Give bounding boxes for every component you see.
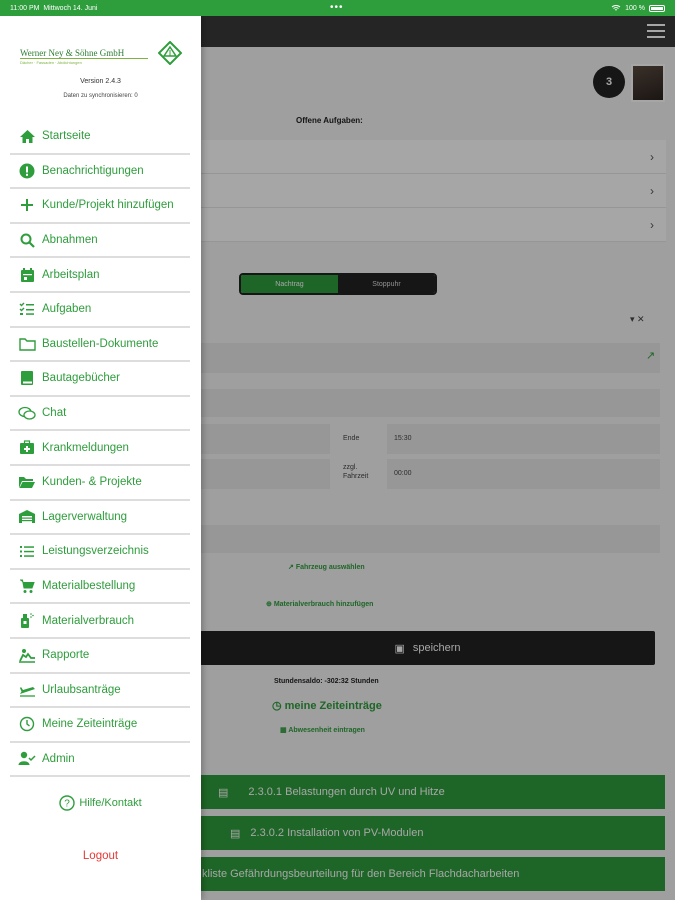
menu-item-label: Urlaubsanträge [42, 683, 121, 696]
menu-item-label: Baustellen-Dokumente [42, 337, 159, 350]
list-icon [16, 542, 38, 560]
rapport-icon [16, 646, 38, 664]
menu-item-materialverbrauch[interactable]: Materialverbrauch [10, 604, 190, 639]
multitask-dots[interactable]: ••• [330, 2, 344, 13]
menu-item-label: Startseite [42, 130, 91, 143]
medical-kit-icon [16, 439, 38, 457]
menu-item-kunde-projekt-hinzufuegen[interactable]: Kunde/Projekt hinzufügen [10, 189, 190, 224]
menu-item-baustellen-dokumente[interactable]: Baustellen-Dokumente [10, 328, 190, 363]
drawer-menu: Startseite Benachrichtigungen Kunde/Proj… [10, 120, 190, 778]
plus-icon [16, 196, 38, 214]
company-logo: Werner Ney & Söhne GmbH Dächer · Fassade… [18, 41, 183, 71]
user-check-icon [16, 750, 38, 768]
menu-item-chat[interactable]: Chat [10, 397, 190, 432]
menu-item-label: Materialverbrauch [42, 614, 135, 627]
menu-item-meine-zeiteintraege[interactable]: Meine Zeiteinträge [10, 708, 190, 743]
menu-item-label: Benachrichtigungen [42, 164, 144, 177]
menu-item-startseite[interactable]: Startseite [10, 120, 190, 155]
help-contact-link[interactable]: ? Hilfe/Kontakt [0, 795, 201, 811]
menu-item-lagerverwaltung[interactable]: Lagerverwaltung [10, 501, 190, 536]
cart-icon [16, 577, 38, 595]
menu-item-label: Abnahmen [42, 234, 98, 247]
app-version: Version 2.4.3 [80, 78, 121, 85]
logo-tagline: Dächer · Fassaden · Abdichtungen [20, 60, 82, 65]
menu-item-label: Leistungsverzeichnis [42, 545, 149, 558]
logout-button[interactable]: Logout [0, 850, 201, 862]
logo-company-name: Werner Ney & Söhne GmbH [20, 48, 125, 58]
book-icon [16, 369, 38, 387]
menu-item-label: Arbeitsplan [42, 268, 100, 281]
drawer-scrim[interactable] [200, 16, 675, 900]
menu-item-arbeitsplan[interactable]: Arbeitsplan [10, 258, 190, 293]
menu-item-label: Bautagebücher [42, 372, 121, 385]
checklist-icon [16, 300, 38, 318]
folder-icon [16, 335, 38, 353]
logo-divider [20, 58, 148, 59]
chat-icon [16, 404, 38, 422]
help-label: Hilfe/Kontakt [79, 797, 142, 809]
menu-item-label: Kunde/Projekt hinzufügen [42, 199, 174, 212]
menu-item-label: Aufgaben [42, 303, 92, 316]
status-bar: 11:00 PM Mittwoch 14. Juni ••• 100 % [0, 0, 675, 16]
search-icon [16, 231, 38, 249]
menu-item-benachrichtigungen[interactable]: Benachrichtigungen [10, 155, 190, 190]
menu-item-label: Admin [42, 752, 75, 765]
warehouse-icon [16, 508, 38, 526]
plane-icon [16, 681, 38, 699]
menu-item-label: Chat [42, 407, 67, 420]
calendar-icon [16, 266, 38, 284]
help-circle-icon: ? [59, 795, 76, 811]
menu-item-label: Kunden- & Projekte [42, 476, 142, 489]
menu-item-leistungsverzeichnis[interactable]: Leistungsverzeichnis [10, 535, 190, 570]
spray-icon [16, 612, 38, 630]
sync-status: Daten zu synchronisieren: 0 [63, 93, 138, 99]
battery-percent: 100 % [625, 4, 645, 12]
status-time: 11:00 PM [10, 4, 40, 12]
svg-text:?: ? [65, 799, 71, 810]
battery-icon [649, 4, 665, 12]
status-date: Mittwoch 14. Juni [43, 4, 98, 12]
menu-item-materialbestellung[interactable]: Materialbestellung [10, 570, 190, 605]
home-icon [16, 127, 38, 145]
menu-item-label: Rapporte [42, 649, 90, 662]
folder-open-icon [16, 473, 38, 491]
menu-item-aufgaben[interactable]: Aufgaben [10, 293, 190, 328]
menu-item-admin[interactable]: Admin [10, 743, 190, 778]
menu-item-bautagebuecher[interactable]: Bautagebücher [10, 362, 190, 397]
menu-item-label: Krankmeldungen [42, 441, 129, 454]
menu-item-label: Meine Zeiteinträge [42, 718, 138, 731]
menu-item-kunden-projekte[interactable]: Kunden- & Projekte [10, 466, 190, 501]
menu-item-label: Lagerverwaltung [42, 510, 128, 523]
navigation-drawer: Werner Ney & Söhne GmbH Dächer · Fassade… [0, 16, 201, 900]
wifi-icon [611, 5, 621, 11]
menu-item-abnahmen[interactable]: Abnahmen [10, 224, 190, 259]
logo-mark-icon [158, 41, 182, 65]
alert-circle-icon [16, 162, 38, 180]
menu-item-label: Materialbestellung [42, 580, 136, 593]
clock-icon [16, 715, 38, 733]
menu-item-krankmeldungen[interactable]: Krankmeldungen [10, 431, 190, 466]
menu-item-rapporte[interactable]: Rapporte [10, 639, 190, 674]
menu-item-urlaubsantraege[interactable]: Urlaubsanträge [10, 674, 190, 709]
